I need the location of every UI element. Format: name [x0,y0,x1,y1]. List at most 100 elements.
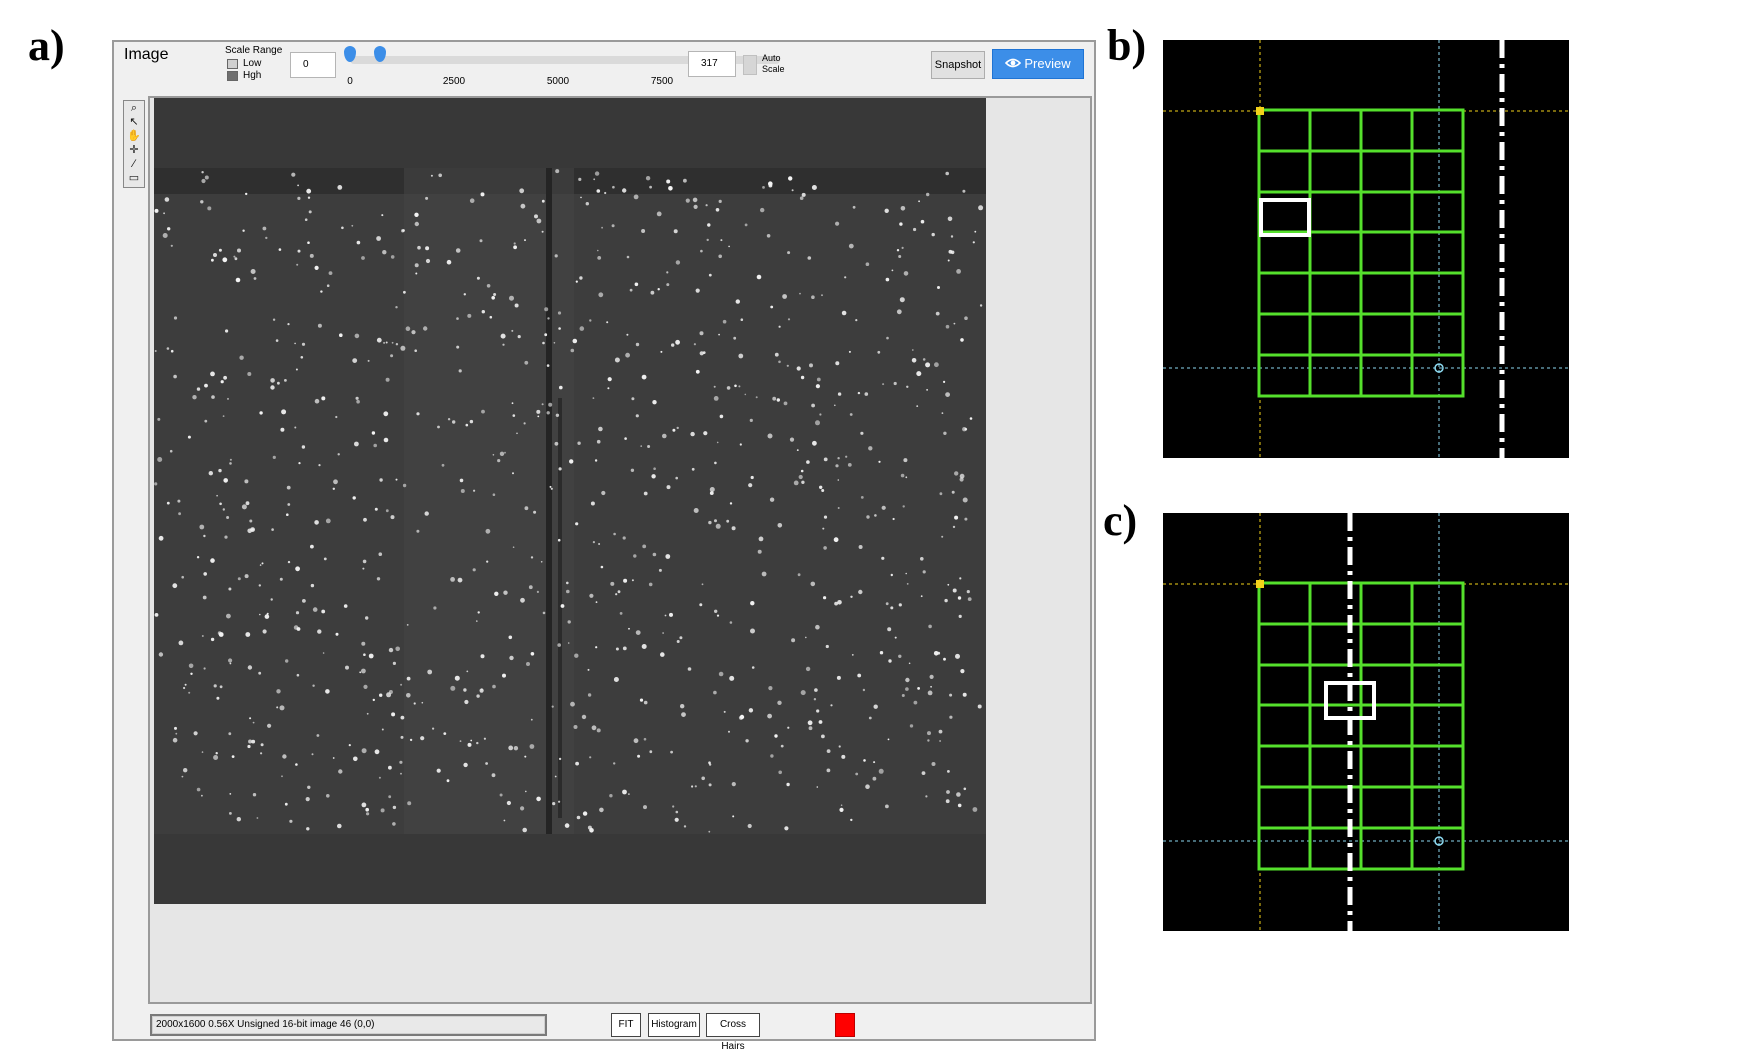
particle [714,609,718,613]
particle [835,221,840,226]
particle [878,460,881,463]
particle [281,409,287,415]
window-title: Image [124,46,169,63]
particle [525,790,527,793]
particle [920,219,925,224]
particle [231,755,235,758]
particle [622,646,627,651]
particle [643,700,648,705]
particle [345,665,349,670]
scale-range-high-radio[interactable] [227,71,238,81]
particle [772,396,777,401]
particle [427,669,433,675]
particle [551,705,554,708]
rectangle-icon[interactable]: ▭ [124,171,144,185]
particle [706,238,709,242]
particle [633,554,637,558]
particle [388,690,393,694]
particle [486,284,491,288]
particle [365,616,369,620]
auto-scale-checkbox[interactable] [743,55,757,75]
particle [183,686,186,690]
particle [708,763,712,766]
particle [188,663,194,669]
particle [407,801,412,806]
particle [181,575,184,579]
particle [585,202,589,206]
particle [860,496,864,499]
particle [649,750,653,754]
particle [713,396,719,401]
particle [593,178,596,181]
particle [675,476,678,480]
cross-hairs-button[interactable]: Cross Hairs [706,1013,760,1052]
particle [631,579,634,582]
particle [310,544,314,549]
particle [228,587,232,591]
crosshair-icon[interactable]: ✛ [124,143,144,157]
particle [718,254,722,259]
histogram-button[interactable]: Histogram [648,1013,700,1037]
particle [332,757,335,759]
particle [500,333,506,339]
eye-icon [1005,58,1022,68]
particle [314,265,319,270]
particle [307,241,310,244]
particle [215,752,218,755]
particle [154,613,159,617]
particle [787,726,790,729]
particle [454,675,460,681]
particle [314,398,320,404]
particle [690,431,695,437]
particle [520,203,526,209]
marker-yellow [1256,107,1264,115]
particle [613,532,616,536]
zoom-icon[interactable]: ⌕ [124,101,144,115]
particle [935,311,940,316]
particle [530,652,535,656]
particle [533,510,537,514]
preview-button[interactable]: Preview [992,49,1084,79]
image-display[interactable] [154,98,986,904]
particle [954,515,959,520]
particle [750,475,754,480]
fit-button[interactable]: FIT [611,1013,641,1037]
particle [896,309,902,315]
particle [855,319,858,322]
particle [381,214,384,217]
particle [400,345,406,351]
particle [675,810,679,814]
particle [838,745,841,748]
particle [295,763,298,766]
particle [777,523,783,528]
pointer-icon[interactable]: ↖ [124,115,144,129]
particle [383,341,386,344]
particle [821,734,825,739]
scale-min-input[interactable]: 0 [290,52,336,78]
particle [881,505,886,510]
particle [954,471,959,476]
snapshot-button[interactable]: Snapshot [931,51,985,79]
line-icon[interactable]: ∕ [124,157,144,171]
particle [391,712,396,717]
particle [610,581,615,586]
particle [154,350,157,352]
particle [597,249,599,252]
particle [572,338,578,344]
color-swatch[interactable] [835,1013,855,1037]
particle [811,403,815,408]
particle [361,668,366,674]
particle [590,501,595,506]
particle [297,249,301,253]
scale-range-low-radio[interactable] [227,59,238,69]
particle [716,441,719,444]
particle [837,600,842,605]
particle [898,603,902,607]
particle [239,355,244,360]
particle [891,269,894,272]
scale-max-input[interactable]: 317 [688,51,736,77]
pan-hand-icon[interactable]: ✋ [124,129,144,143]
particle [695,369,700,374]
particle [541,199,545,203]
particle [899,297,905,303]
